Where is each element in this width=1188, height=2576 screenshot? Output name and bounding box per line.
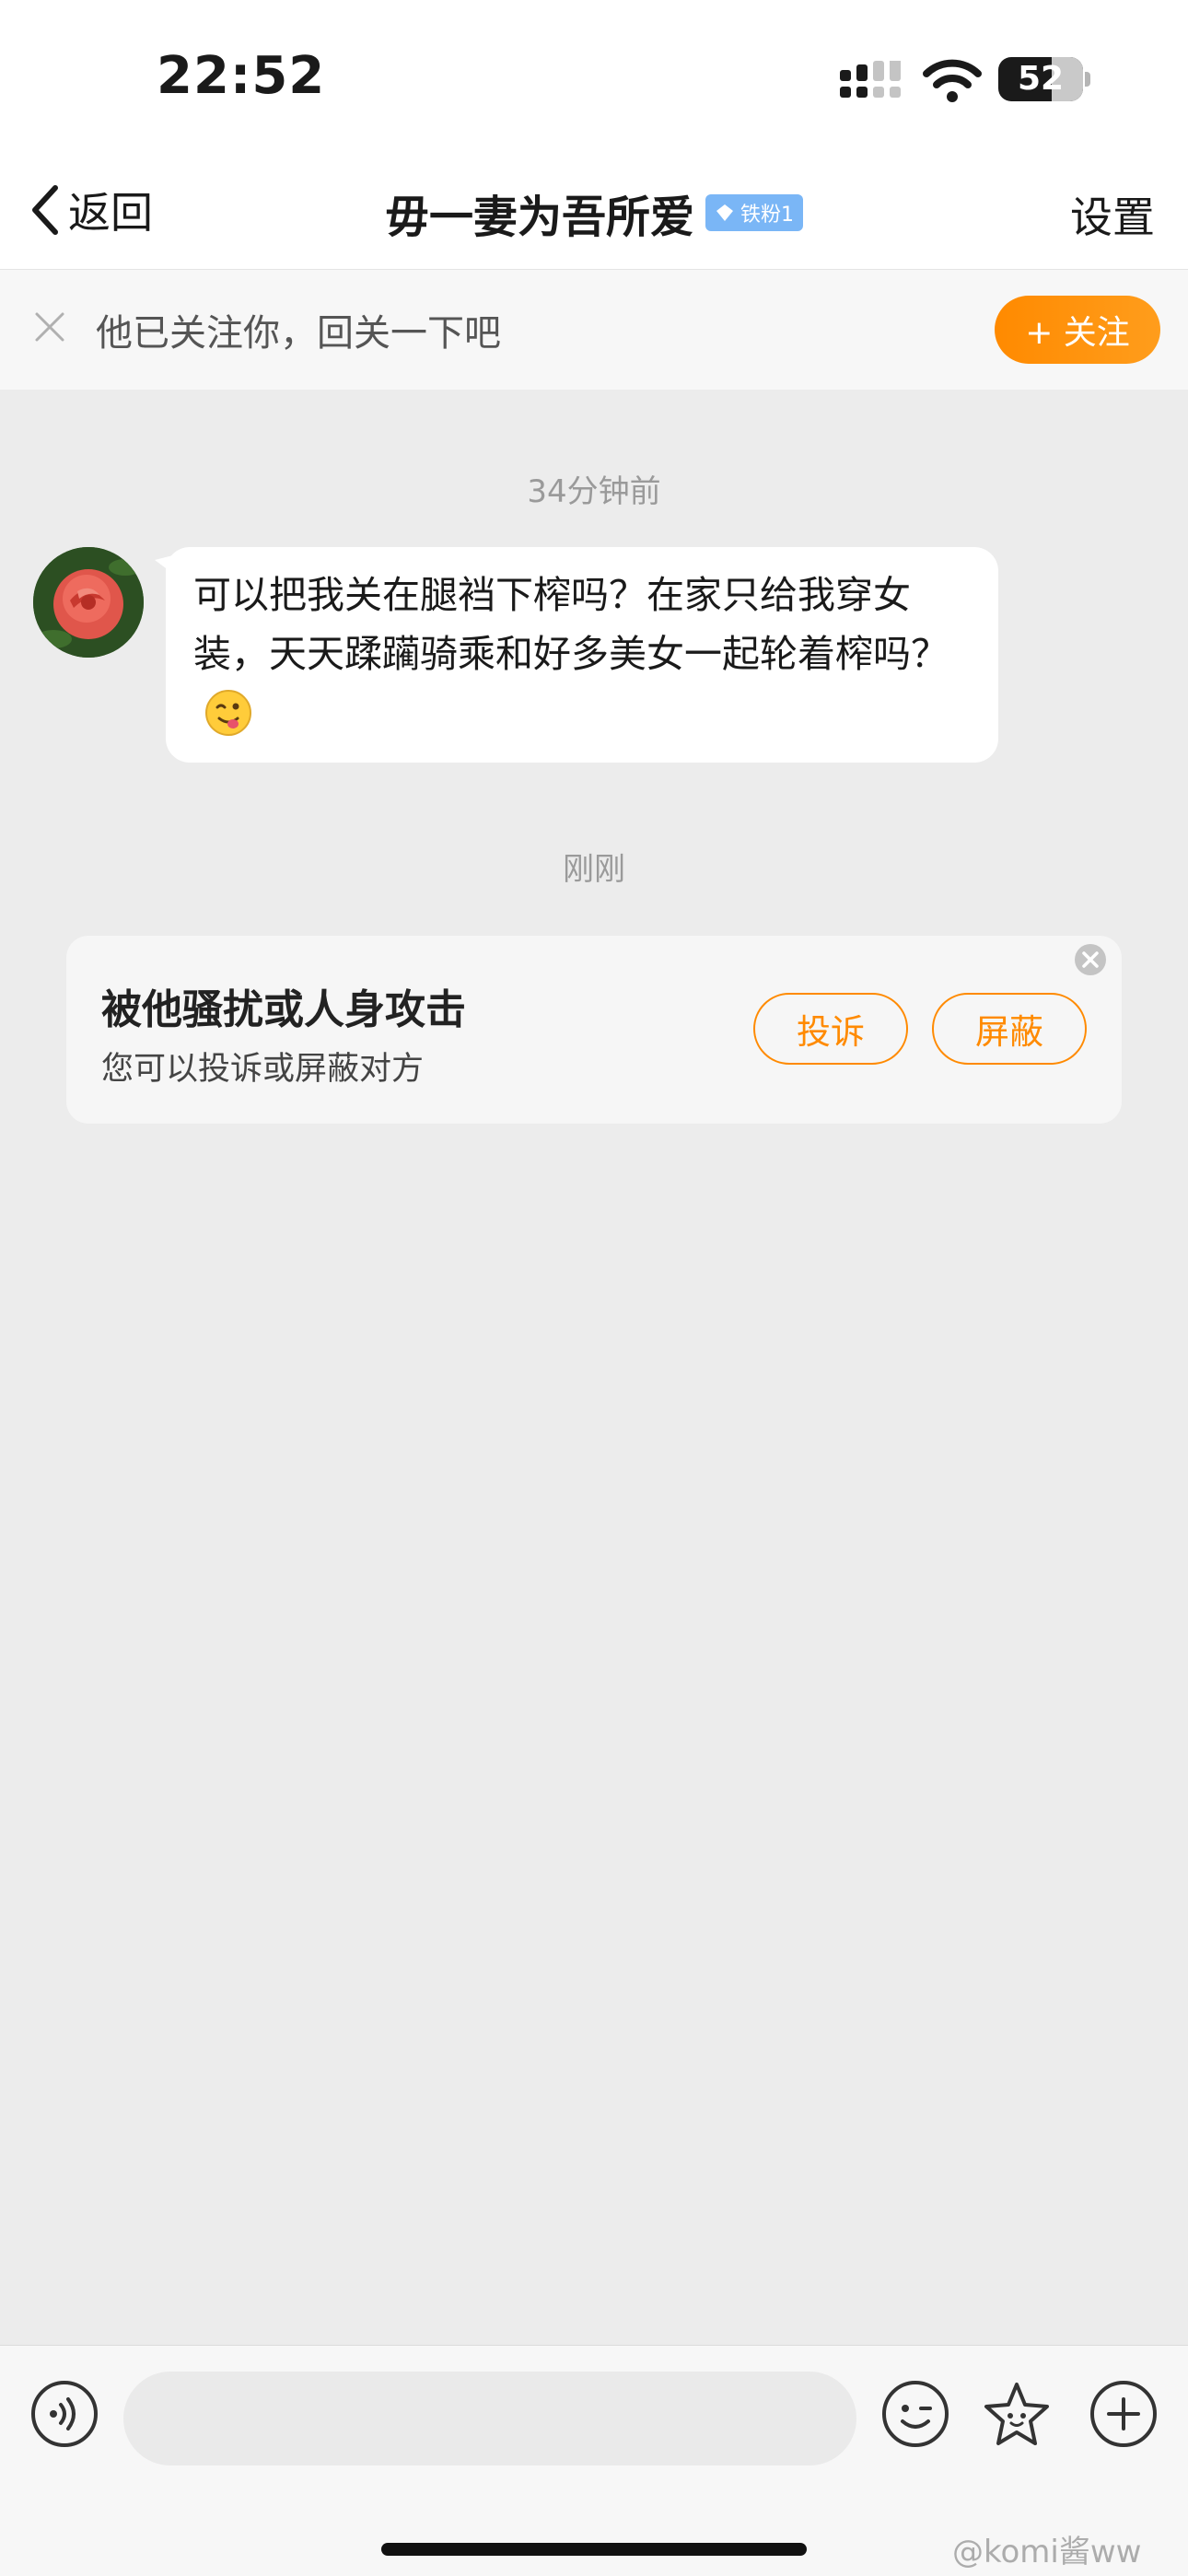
rose-avatar-image bbox=[33, 547, 144, 658]
card-subtitle: 您可以投诉或屏蔽对方 bbox=[101, 1051, 425, 1088]
badge-label: 铁粉1 bbox=[740, 204, 794, 227]
follow-button[interactable]: + 关注 bbox=[995, 296, 1160, 364]
battery-level: 52 bbox=[1017, 60, 1065, 98]
message-bubble[interactable]: 可以把我关在腿裆下榨吗？在家只给我穿女装，天天蹂躏骑乘和好多美女一起轮着榨吗？ bbox=[166, 547, 998, 763]
settings-button[interactable]: 设置 bbox=[1070, 184, 1155, 245]
home-indicator[interactable] bbox=[381, 2543, 807, 2556]
sticker-star-icon[interactable] bbox=[982, 2379, 1052, 2449]
nav-bar: 返回 毋一妻为吾所爱 铁粉1 设置 bbox=[0, 157, 1188, 270]
page-title[interactable]: 毋一妻为吾所爱 bbox=[385, 181, 694, 245]
status-time: 22:52 bbox=[157, 46, 326, 106]
plus-icon[interactable] bbox=[1089, 2379, 1159, 2449]
message-text: 可以把我关在腿裆下榨吗？在家只给我穿女装，天天蹂躏骑乘和好多美女一起轮着榨吗？ bbox=[193, 573, 949, 676]
fan-badge: 铁粉1 bbox=[705, 194, 803, 231]
input-bar: @komi酱ww bbox=[0, 2345, 1188, 2576]
timestamp: 34分钟前 bbox=[527, 473, 661, 510]
voice-icon[interactable] bbox=[29, 2379, 99, 2449]
timestamp: 刚刚 bbox=[563, 851, 625, 888]
avatar[interactable] bbox=[33, 547, 144, 658]
emoji-icon[interactable] bbox=[880, 2379, 950, 2449]
wifi-icon bbox=[923, 59, 982, 102]
message-input[interactable] bbox=[123, 2372, 856, 2465]
follow-back-bar: 他已关注你，回关一下吧 + 关注 bbox=[0, 270, 1188, 390]
signal-icon bbox=[840, 61, 901, 98]
battery-nub bbox=[1085, 72, 1090, 87]
diamond-icon bbox=[716, 204, 733, 221]
battery-icon: 52 bbox=[998, 57, 1083, 101]
title-wrap: 毋一妻为吾所爱 铁粉1 bbox=[0, 181, 1188, 245]
harassment-card: 被他骚扰或人身攻击 您可以投诉或屏蔽对方 投诉 屏蔽 bbox=[66, 936, 1122, 1124]
close-icon[interactable] bbox=[1074, 943, 1107, 976]
status-bar: 22:52 52 bbox=[0, 0, 1188, 157]
drooling-face-emoji bbox=[205, 690, 251, 736]
close-icon[interactable] bbox=[31, 309, 68, 345]
report-button[interactable]: 投诉 bbox=[753, 993, 908, 1065]
block-button[interactable]: 屏蔽 bbox=[932, 993, 1087, 1065]
card-title: 被他骚扰或人身攻击 bbox=[101, 986, 466, 1033]
watermark: @komi酱ww bbox=[952, 2534, 1142, 2570]
follow-back-message: 他已关注你，回关一下吧 bbox=[96, 312, 501, 355]
